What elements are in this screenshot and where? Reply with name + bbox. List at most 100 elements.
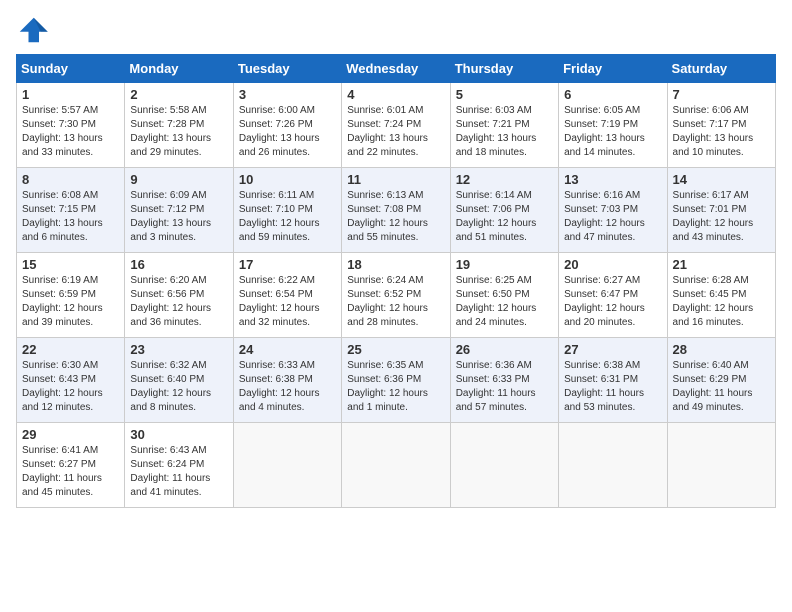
calendar-cell: 4Sunrise: 6:01 AM Sunset: 7:24 PM Daylig… (342, 83, 450, 168)
day-header-thursday: Thursday (450, 55, 558, 83)
day-number: 12 (456, 172, 553, 187)
day-number: 24 (239, 342, 336, 357)
day-number: 28 (673, 342, 770, 357)
day-info: Sunrise: 6:38 AM Sunset: 6:31 PM Dayligh… (564, 359, 661, 415)
calendar-header-row: SundayMondayTuesdayWednesdayThursdayFrid… (17, 55, 776, 83)
day-number: 9 (130, 172, 227, 187)
calendar-cell: 5 Sunrise: 6:03 AM Sunset: 7:21 PM Daylig… (450, 83, 558, 168)
day-info: Sunrise: 6:19 AM Sunset: 6:59 PM Dayligh… (22, 274, 119, 330)
day-number: 27 (564, 342, 661, 357)
calendar-cell: 3 Sunrise: 6:00 AM Sunset: 7:26 PM Daylig… (233, 83, 341, 168)
day-header-friday: Friday (559, 55, 667, 83)
day-info: Sunrise: 6:06 AM Sunset: 7:17 PM Dayligh… (673, 104, 770, 160)
day-number: 22 (22, 342, 119, 357)
day-info: Sunrise: 6:30 AM Sunset: 6:43 PM Dayligh… (22, 359, 119, 415)
day-number: 7 (673, 87, 770, 102)
day-number: 1 (22, 87, 119, 102)
day-info: Sunrise: 6:17 AM Sunset: 7:01 PM Dayligh… (673, 189, 770, 245)
day-number: 5 (456, 87, 553, 102)
day-info: Sunrise: 6:35 AM Sunset: 6:36 PM Dayligh… (347, 359, 444, 415)
day-number: 15 (22, 257, 119, 272)
day-info: Sunrise: 5:57 AM Sunset: 7:30 PM Dayligh… (22, 104, 119, 160)
day-info: Sunrise: 6:01 AM Sunset: 7:24 PM Dayligh… (347, 104, 444, 160)
calendar-cell: 9 Sunrise: 6:09 AM Sunset: 7:12 PM Daylig… (125, 168, 233, 253)
day-number: 8 (22, 172, 119, 187)
day-number: 11 (347, 172, 444, 187)
calendar-body: 1 Sunrise: 5:57 AM Sunset: 7:30 PM Daylig… (17, 83, 776, 508)
day-number: 25 (347, 342, 444, 357)
calendar-cell: 25 Sunrise: 6:35 AM Sunset: 6:36 PM Dayli… (342, 338, 450, 423)
day-number: 16 (130, 257, 227, 272)
day-number: 23 (130, 342, 227, 357)
calendar-cell: 19 Sunrise: 6:25 AM Sunset: 6:50 PM Dayli… (450, 253, 558, 338)
calendar-cell: 1 Sunrise: 5:57 AM Sunset: 7:30 PM Daylig… (17, 83, 125, 168)
day-info: Sunrise: 6:14 AM Sunset: 7:06 PM Dayligh… (456, 189, 553, 245)
calendar-cell: 22 Sunrise: 6:30 AM Sunset: 6:43 PM Dayli… (17, 338, 125, 423)
day-info: Sunrise: 6:00 AM Sunset: 7:26 PM Dayligh… (239, 104, 336, 160)
day-info: Sunrise: 6:05 AM Sunset: 7:19 PM Dayligh… (564, 104, 661, 160)
day-number: 14 (673, 172, 770, 187)
calendar-cell: 15 Sunrise: 6:19 AM Sunset: 6:59 PM Dayli… (17, 253, 125, 338)
calendar-cell: 10 Sunrise: 6:11 AM Sunset: 7:10 PM Dayli… (233, 168, 341, 253)
calendar-cell (450, 423, 558, 508)
day-info: Sunrise: 6:43 AM Sunset: 6:24 PM Dayligh… (130, 444, 227, 500)
page-header (16, 16, 776, 44)
calendar-cell: 29 Sunrise: 6:41 AM Sunset: 6:27 PM Dayli… (17, 423, 125, 508)
day-info: Sunrise: 5:58 AM Sunset: 7:28 PM Dayligh… (130, 104, 227, 160)
day-info: Sunrise: 6:16 AM Sunset: 7:03 PM Dayligh… (564, 189, 661, 245)
calendar-cell: 17 Sunrise: 6:22 AM Sunset: 6:54 PM Dayli… (233, 253, 341, 338)
day-number: 20 (564, 257, 661, 272)
day-info: Sunrise: 6:20 AM Sunset: 6:56 PM Dayligh… (130, 274, 227, 330)
day-number: 18 (347, 257, 444, 272)
day-info: Sunrise: 6:28 AM Sunset: 6:45 PM Dayligh… (673, 274, 770, 330)
day-number: 6 (564, 87, 661, 102)
day-number: 21 (673, 257, 770, 272)
day-info: Sunrise: 6:27 AM Sunset: 6:47 PM Dayligh… (564, 274, 661, 330)
day-header-sunday: Sunday (17, 55, 125, 83)
calendar-cell: 18Sunrise: 6:24 AM Sunset: 6:52 PM Dayli… (342, 253, 450, 338)
calendar-cell: 12 Sunrise: 6:14 AM Sunset: 7:06 PM Dayli… (450, 168, 558, 253)
calendar-cell: 21 Sunrise: 6:28 AM Sunset: 6:45 PM Dayli… (667, 253, 775, 338)
calendar-cell: 7 Sunrise: 6:06 AM Sunset: 7:17 PM Daylig… (667, 83, 775, 168)
day-info: Sunrise: 6:03 AM Sunset: 7:21 PM Dayligh… (456, 104, 553, 160)
day-info: Sunrise: 6:36 AM Sunset: 6:33 PM Dayligh… (456, 359, 553, 415)
day-info: Sunrise: 6:25 AM Sunset: 6:50 PM Dayligh… (456, 274, 553, 330)
day-info: Sunrise: 6:09 AM Sunset: 7:12 PM Dayligh… (130, 189, 227, 245)
day-number: 10 (239, 172, 336, 187)
calendar-cell: 11 Sunrise: 6:13 AM Sunset: 7:08 PM Dayli… (342, 168, 450, 253)
calendar-cell: 30Sunrise: 6:43 AM Sunset: 6:24 PM Dayli… (125, 423, 233, 508)
calendar-cell: 6 Sunrise: 6:05 AM Sunset: 7:19 PM Daylig… (559, 83, 667, 168)
week-row-1: 1 Sunrise: 5:57 AM Sunset: 7:30 PM Daylig… (17, 83, 776, 168)
day-info: Sunrise: 6:33 AM Sunset: 6:38 PM Dayligh… (239, 359, 336, 415)
calendar-cell: 13 Sunrise: 6:16 AM Sunset: 7:03 PM Dayli… (559, 168, 667, 253)
calendar-cell: 20 Sunrise: 6:27 AM Sunset: 6:47 PM Dayli… (559, 253, 667, 338)
day-info: Sunrise: 6:13 AM Sunset: 7:08 PM Dayligh… (347, 189, 444, 245)
day-number: 2 (130, 87, 227, 102)
calendar-cell: 26Sunrise: 6:36 AM Sunset: 6:33 PM Dayli… (450, 338, 558, 423)
calendar-cell: 14 Sunrise: 6:17 AM Sunset: 7:01 PM Dayli… (667, 168, 775, 253)
day-number: 3 (239, 87, 336, 102)
logo-icon (16, 16, 48, 44)
week-row-5: 29 Sunrise: 6:41 AM Sunset: 6:27 PM Dayli… (17, 423, 776, 508)
calendar-cell: 27 Sunrise: 6:38 AM Sunset: 6:31 PM Dayli… (559, 338, 667, 423)
week-row-3: 15 Sunrise: 6:19 AM Sunset: 6:59 PM Dayli… (17, 253, 776, 338)
calendar-cell (667, 423, 775, 508)
day-header-monday: Monday (125, 55, 233, 83)
calendar-cell: 28 Sunrise: 6:40 AM Sunset: 6:29 PM Dayli… (667, 338, 775, 423)
day-info: Sunrise: 6:11 AM Sunset: 7:10 PM Dayligh… (239, 189, 336, 245)
day-number: 19 (456, 257, 553, 272)
day-info: Sunrise: 6:22 AM Sunset: 6:54 PM Dayligh… (239, 274, 336, 330)
day-info: Sunrise: 6:40 AM Sunset: 6:29 PM Dayligh… (673, 359, 770, 415)
calendar-cell: 24 Sunrise: 6:33 AM Sunset: 6:38 PM Dayli… (233, 338, 341, 423)
day-info: Sunrise: 6:41 AM Sunset: 6:27 PM Dayligh… (22, 444, 119, 500)
logo (16, 16, 52, 44)
day-number: 17 (239, 257, 336, 272)
week-row-4: 22 Sunrise: 6:30 AM Sunset: 6:43 PM Dayli… (17, 338, 776, 423)
day-number: 29 (22, 427, 119, 442)
week-row-2: 8Sunrise: 6:08 AM Sunset: 7:15 PM Daylig… (17, 168, 776, 253)
day-number: 13 (564, 172, 661, 187)
day-header-wednesday: Wednesday (342, 55, 450, 83)
calendar-cell: 2 Sunrise: 5:58 AM Sunset: 7:28 PM Daylig… (125, 83, 233, 168)
calendar-cell (233, 423, 341, 508)
calendar-cell: 8Sunrise: 6:08 AM Sunset: 7:15 PM Daylig… (17, 168, 125, 253)
